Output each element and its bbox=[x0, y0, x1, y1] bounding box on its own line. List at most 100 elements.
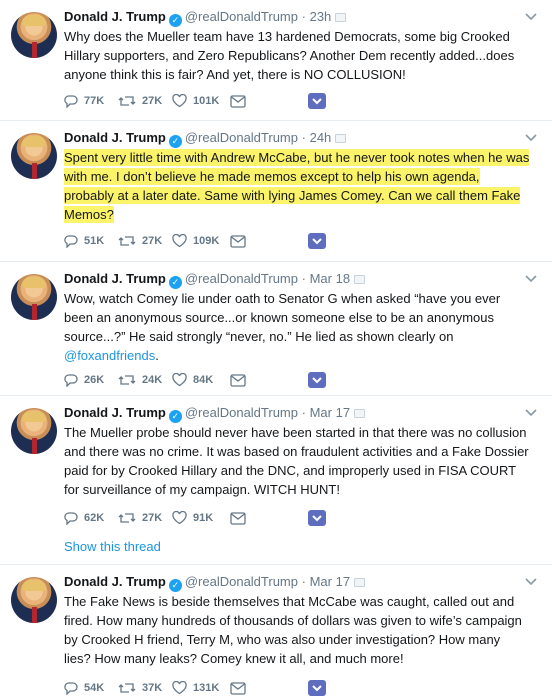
tweet-actions: 77K 27K 101K bbox=[64, 92, 326, 110]
author-handle[interactable]: @realDonaldTrump bbox=[185, 405, 298, 420]
retweet-button[interactable]: 27K bbox=[118, 234, 172, 248]
author-handle[interactable]: @realDonaldTrump bbox=[185, 574, 298, 589]
direct-message-icon bbox=[230, 94, 246, 108]
separator: · bbox=[301, 9, 306, 24]
reply-icon bbox=[64, 682, 78, 695]
retweet-icon bbox=[118, 236, 136, 246]
avatar[interactable] bbox=[11, 408, 57, 454]
like-button[interactable]: 101K bbox=[172, 94, 230, 108]
retweet-button[interactable]: 27K bbox=[118, 94, 172, 108]
tweet-header: Donald J. Trump ✓ @realDonaldTrump · Mar 1… bbox=[64, 573, 366, 592]
reply-button[interactable]: 62K bbox=[64, 511, 118, 525]
show-thread-link[interactable]: Show this thread bbox=[64, 539, 161, 554]
heart-icon bbox=[172, 94, 187, 108]
reply-count: 62K bbox=[84, 512, 105, 524]
tweet-actions: 62K 27K 91K bbox=[64, 509, 326, 527]
like-button[interactable]: 131K bbox=[172, 681, 230, 695]
retweet-count: 27K bbox=[142, 95, 163, 107]
heart-icon bbox=[172, 373, 187, 387]
timestamp[interactable]: 24h bbox=[310, 130, 332, 145]
analytics-badge-icon[interactable] bbox=[308, 372, 326, 388]
retweet-icon bbox=[118, 513, 136, 523]
translate-icon bbox=[354, 578, 366, 587]
like-count: 101K bbox=[193, 95, 220, 107]
author-handle[interactable]: @realDonaldTrump bbox=[185, 271, 298, 286]
timestamp[interactable]: Mar 18 bbox=[310, 271, 350, 286]
verified-badge-icon: ✓ bbox=[168, 579, 182, 592]
direct-message-button[interactable] bbox=[230, 511, 308, 525]
reply-icon bbox=[64, 235, 78, 248]
avatar[interactable] bbox=[11, 12, 57, 58]
timestamp[interactable]: Mar 17 bbox=[310, 574, 350, 589]
timestamp[interactable]: 23h bbox=[310, 9, 332, 24]
retweet-button[interactable]: 24K bbox=[118, 373, 172, 387]
like-button[interactable]: 91K bbox=[172, 511, 230, 525]
tweet-feed: Donald J. Trump ✓ @realDonaldTrump · 23h W… bbox=[0, 0, 552, 700]
tweet-header: Donald J. Trump ✓ @realDonaldTrump · 23h bbox=[64, 8, 347, 27]
tweet[interactable]: Donald J. Trump ✓ @realDonaldTrump · Mar 1… bbox=[0, 396, 552, 565]
tweet-text: The Fake News is beside themselves that … bbox=[64, 594, 522, 666]
analytics-badge-icon[interactable] bbox=[308, 233, 326, 249]
analytics-badge-icon[interactable] bbox=[308, 93, 326, 109]
tweet-actions: 54K 37K 131K bbox=[64, 679, 326, 697]
direct-message-button[interactable] bbox=[230, 373, 308, 387]
timestamp[interactable]: Mar 17 bbox=[310, 405, 350, 420]
chevron-down-icon[interactable] bbox=[524, 405, 538, 419]
chevron-down-icon[interactable] bbox=[524, 130, 538, 144]
analytics-badge-icon[interactable] bbox=[308, 680, 326, 696]
avatar[interactable] bbox=[11, 577, 57, 623]
highlighted-text: Spent very little time with Andrew McCab… bbox=[64, 149, 530, 223]
direct-message-button[interactable] bbox=[230, 94, 308, 108]
verified-badge-icon: ✓ bbox=[168, 14, 182, 27]
tweet-text: Wow, watch Comey lie under oath to Senat… bbox=[64, 291, 501, 363]
retweet-count: 37K bbox=[142, 682, 163, 694]
direct-message-button[interactable] bbox=[230, 234, 308, 248]
reply-button[interactable]: 54K bbox=[64, 681, 118, 695]
heart-icon bbox=[172, 681, 187, 695]
tweet[interactable]: Donald J. Trump ✓ @realDonaldTrump · 24h S… bbox=[0, 121, 552, 262]
analytics-badge-icon[interactable] bbox=[308, 510, 326, 526]
retweet-count: 27K bbox=[142, 512, 163, 524]
like-button[interactable]: 84K bbox=[172, 373, 230, 387]
reply-count: 54K bbox=[84, 682, 105, 694]
author-name[interactable]: Donald J. Trump bbox=[64, 574, 166, 589]
verified-badge-icon: ✓ bbox=[168, 410, 182, 423]
direct-message-button[interactable] bbox=[230, 681, 308, 695]
like-count: 109K bbox=[193, 235, 220, 247]
like-count: 91K bbox=[193, 512, 214, 524]
reply-icon bbox=[64, 95, 78, 108]
like-button[interactable]: 109K bbox=[172, 234, 230, 248]
tweet-text: Why does the Mueller team have 13 harden… bbox=[64, 29, 515, 82]
direct-message-icon bbox=[230, 511, 246, 525]
author-name[interactable]: Donald J. Trump bbox=[64, 130, 166, 145]
author-name[interactable]: Donald J. Trump bbox=[64, 271, 166, 286]
reply-button[interactable]: 51K bbox=[64, 234, 118, 248]
tweet[interactable]: Donald J. Trump ✓ @realDonaldTrump · Mar 1… bbox=[0, 565, 552, 700]
chevron-down-icon[interactable] bbox=[524, 271, 538, 285]
like-count: 84K bbox=[193, 374, 214, 386]
retweet-button[interactable]: 27K bbox=[118, 511, 172, 525]
author-name[interactable]: Donald J. Trump bbox=[64, 9, 166, 24]
tweet[interactable]: Donald J. Trump ✓ @realDonaldTrump · Mar 1… bbox=[0, 262, 552, 396]
retweet-icon bbox=[118, 375, 136, 385]
author-handle[interactable]: @realDonaldTrump bbox=[185, 130, 298, 145]
reply-button[interactable]: 26K bbox=[64, 373, 118, 387]
like-count: 131K bbox=[193, 682, 220, 694]
translate-icon bbox=[354, 409, 366, 418]
author-name[interactable]: Donald J. Trump bbox=[64, 405, 166, 420]
tweet[interactable]: Donald J. Trump ✓ @realDonaldTrump · 23h W… bbox=[0, 0, 552, 121]
mention-link[interactable]: @foxandfriends bbox=[64, 348, 155, 363]
retweet-count: 27K bbox=[142, 235, 163, 247]
chevron-down-icon[interactable] bbox=[524, 9, 538, 23]
tweet-header: Donald J. Trump ✓ @realDonaldTrump · Mar 1… bbox=[64, 270, 366, 289]
retweet-button[interactable]: 37K bbox=[118, 681, 172, 695]
avatar[interactable] bbox=[11, 133, 57, 179]
tweet-text: The Mueller probe should never have been… bbox=[64, 425, 529, 497]
chevron-down-icon[interactable] bbox=[524, 574, 538, 588]
reply-count: 51K bbox=[84, 235, 105, 247]
retweet-icon bbox=[118, 96, 136, 106]
author-handle[interactable]: @realDonaldTrump bbox=[185, 9, 298, 24]
separator: · bbox=[301, 405, 306, 420]
reply-button[interactable]: 77K bbox=[64, 94, 118, 108]
avatar[interactable] bbox=[11, 274, 57, 320]
